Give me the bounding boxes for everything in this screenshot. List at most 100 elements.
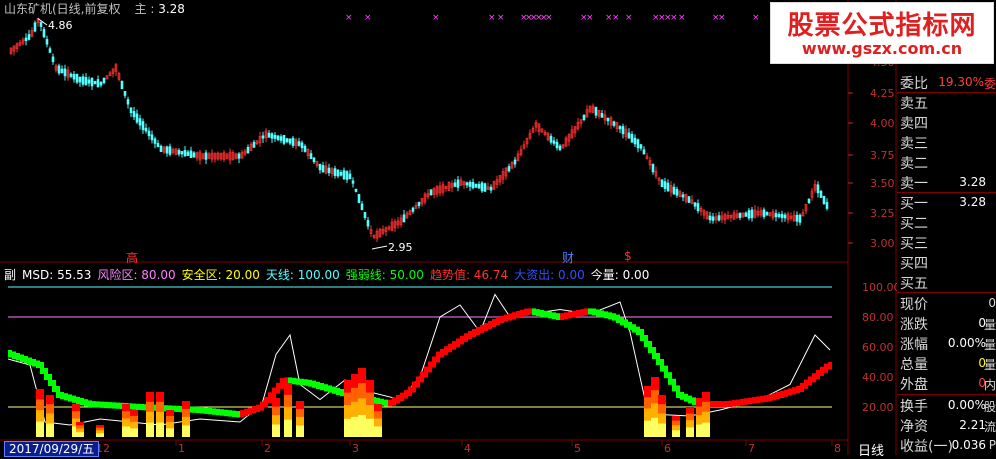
candle-body bbox=[708, 215, 712, 221]
candle-body bbox=[75, 73, 79, 83]
candle-body bbox=[99, 82, 103, 86]
trend-block bbox=[588, 308, 592, 315]
trend-block bbox=[688, 395, 692, 404]
trend-block bbox=[808, 376, 812, 386]
month-label: 7 bbox=[748, 442, 755, 455]
trend-block bbox=[516, 311, 520, 319]
candle-body bbox=[477, 183, 481, 189]
trend-block bbox=[724, 401, 728, 407]
trend-block bbox=[820, 366, 824, 376]
fund-bar bbox=[46, 423, 54, 437]
fund-bar bbox=[96, 433, 104, 437]
candle-body bbox=[126, 99, 130, 105]
trend-block bbox=[64, 393, 68, 401]
trend-block bbox=[400, 392, 404, 401]
candle-body bbox=[39, 21, 43, 27]
trend-block bbox=[628, 321, 632, 331]
stat-outer: 外盘 0 内 bbox=[900, 376, 996, 393]
candle-body bbox=[402, 214, 406, 223]
signal-mark: × bbox=[752, 13, 760, 23]
candle-body bbox=[468, 182, 472, 187]
brand-url: www.gszx.com.cn bbox=[801, 39, 963, 58]
period-label[interactable]: 日线 bbox=[858, 440, 884, 459]
candle-body bbox=[144, 127, 148, 132]
candle-body bbox=[663, 181, 667, 189]
candle-body bbox=[483, 183, 487, 192]
trend-block bbox=[824, 363, 828, 373]
trend-block bbox=[280, 378, 284, 389]
trend-block bbox=[488, 321, 492, 329]
trend-block bbox=[408, 386, 412, 397]
trend-block bbox=[560, 313, 564, 320]
fund-bar bbox=[672, 430, 680, 437]
candle-body bbox=[594, 106, 598, 116]
trend-block bbox=[676, 385, 680, 398]
trend-block bbox=[732, 400, 736, 407]
candle-body bbox=[78, 76, 82, 83]
trend-block bbox=[412, 381, 416, 393]
candle-body bbox=[135, 113, 139, 123]
trend-block bbox=[520, 309, 524, 317]
sub-name: 副 bbox=[4, 268, 17, 282]
candle-body bbox=[63, 68, 67, 77]
trend-block bbox=[116, 402, 120, 409]
trend-block bbox=[652, 347, 656, 359]
trend-block bbox=[80, 398, 84, 406]
trend-block bbox=[672, 378, 676, 392]
candle-body bbox=[51, 56, 55, 63]
trend-block bbox=[340, 389, 344, 397]
candle-body bbox=[762, 209, 766, 218]
candle-body bbox=[555, 141, 559, 149]
candle-body bbox=[123, 90, 127, 96]
trend-block bbox=[624, 319, 628, 328]
trend-block bbox=[56, 386, 60, 398]
trend-block bbox=[776, 392, 780, 400]
trend-block bbox=[684, 393, 688, 402]
main-label: 主 : 3.28 bbox=[134, 2, 185, 16]
candle-body bbox=[309, 153, 313, 159]
mark-dollar: $ bbox=[624, 249, 632, 263]
trend-block bbox=[252, 406, 256, 414]
candle-body bbox=[411, 207, 415, 212]
month-label: 4 bbox=[464, 442, 471, 455]
candle-body bbox=[465, 182, 469, 186]
candle-body bbox=[675, 189, 679, 196]
trend-block bbox=[392, 397, 396, 406]
sub-tick: 100.00 bbox=[862, 281, 901, 294]
trend-block bbox=[88, 400, 92, 408]
candle-body bbox=[552, 140, 556, 144]
trend-block bbox=[60, 392, 64, 400]
trend-block bbox=[580, 309, 584, 316]
fund-bar bbox=[296, 425, 304, 437]
candle-body bbox=[357, 194, 361, 204]
candle-body bbox=[48, 48, 52, 53]
mark-cai: 财 bbox=[562, 251, 575, 265]
trend-block bbox=[456, 338, 460, 348]
kline-chart[interactable]: 4.504.254.003.753.503.253.00100.0080.006… bbox=[0, 0, 996, 455]
candle-body bbox=[192, 152, 196, 158]
trend-block bbox=[512, 312, 516, 320]
trend-block bbox=[388, 399, 392, 407]
stat-pct: 涨幅 0.00% 量 bbox=[900, 336, 996, 353]
candle-body bbox=[138, 118, 142, 126]
trend-block bbox=[12, 351, 16, 359]
trend-block bbox=[632, 324, 636, 333]
candle-body bbox=[819, 190, 823, 198]
candle-body bbox=[321, 165, 325, 173]
trend-block bbox=[200, 407, 204, 414]
chart-title: 山东矿机(日线,前复权主 : 3.28 bbox=[4, 0, 185, 17]
candle-body bbox=[456, 179, 460, 188]
candle-body bbox=[270, 133, 274, 139]
ask-row-4: 卖四 bbox=[900, 116, 928, 132]
trend-block bbox=[444, 346, 448, 355]
candle-body bbox=[276, 135, 280, 140]
candle-body bbox=[636, 139, 640, 149]
trend-block bbox=[44, 368, 48, 380]
legend-trend: 趋势值: 46.74 bbox=[429, 268, 509, 282]
trend-block bbox=[668, 372, 672, 385]
trend-block bbox=[176, 405, 180, 412]
candle-body bbox=[627, 132, 631, 139]
trend-block bbox=[532, 308, 536, 316]
brand-name: 股票公式指标网 bbox=[787, 11, 977, 41]
low-pointer bbox=[371, 245, 388, 250]
